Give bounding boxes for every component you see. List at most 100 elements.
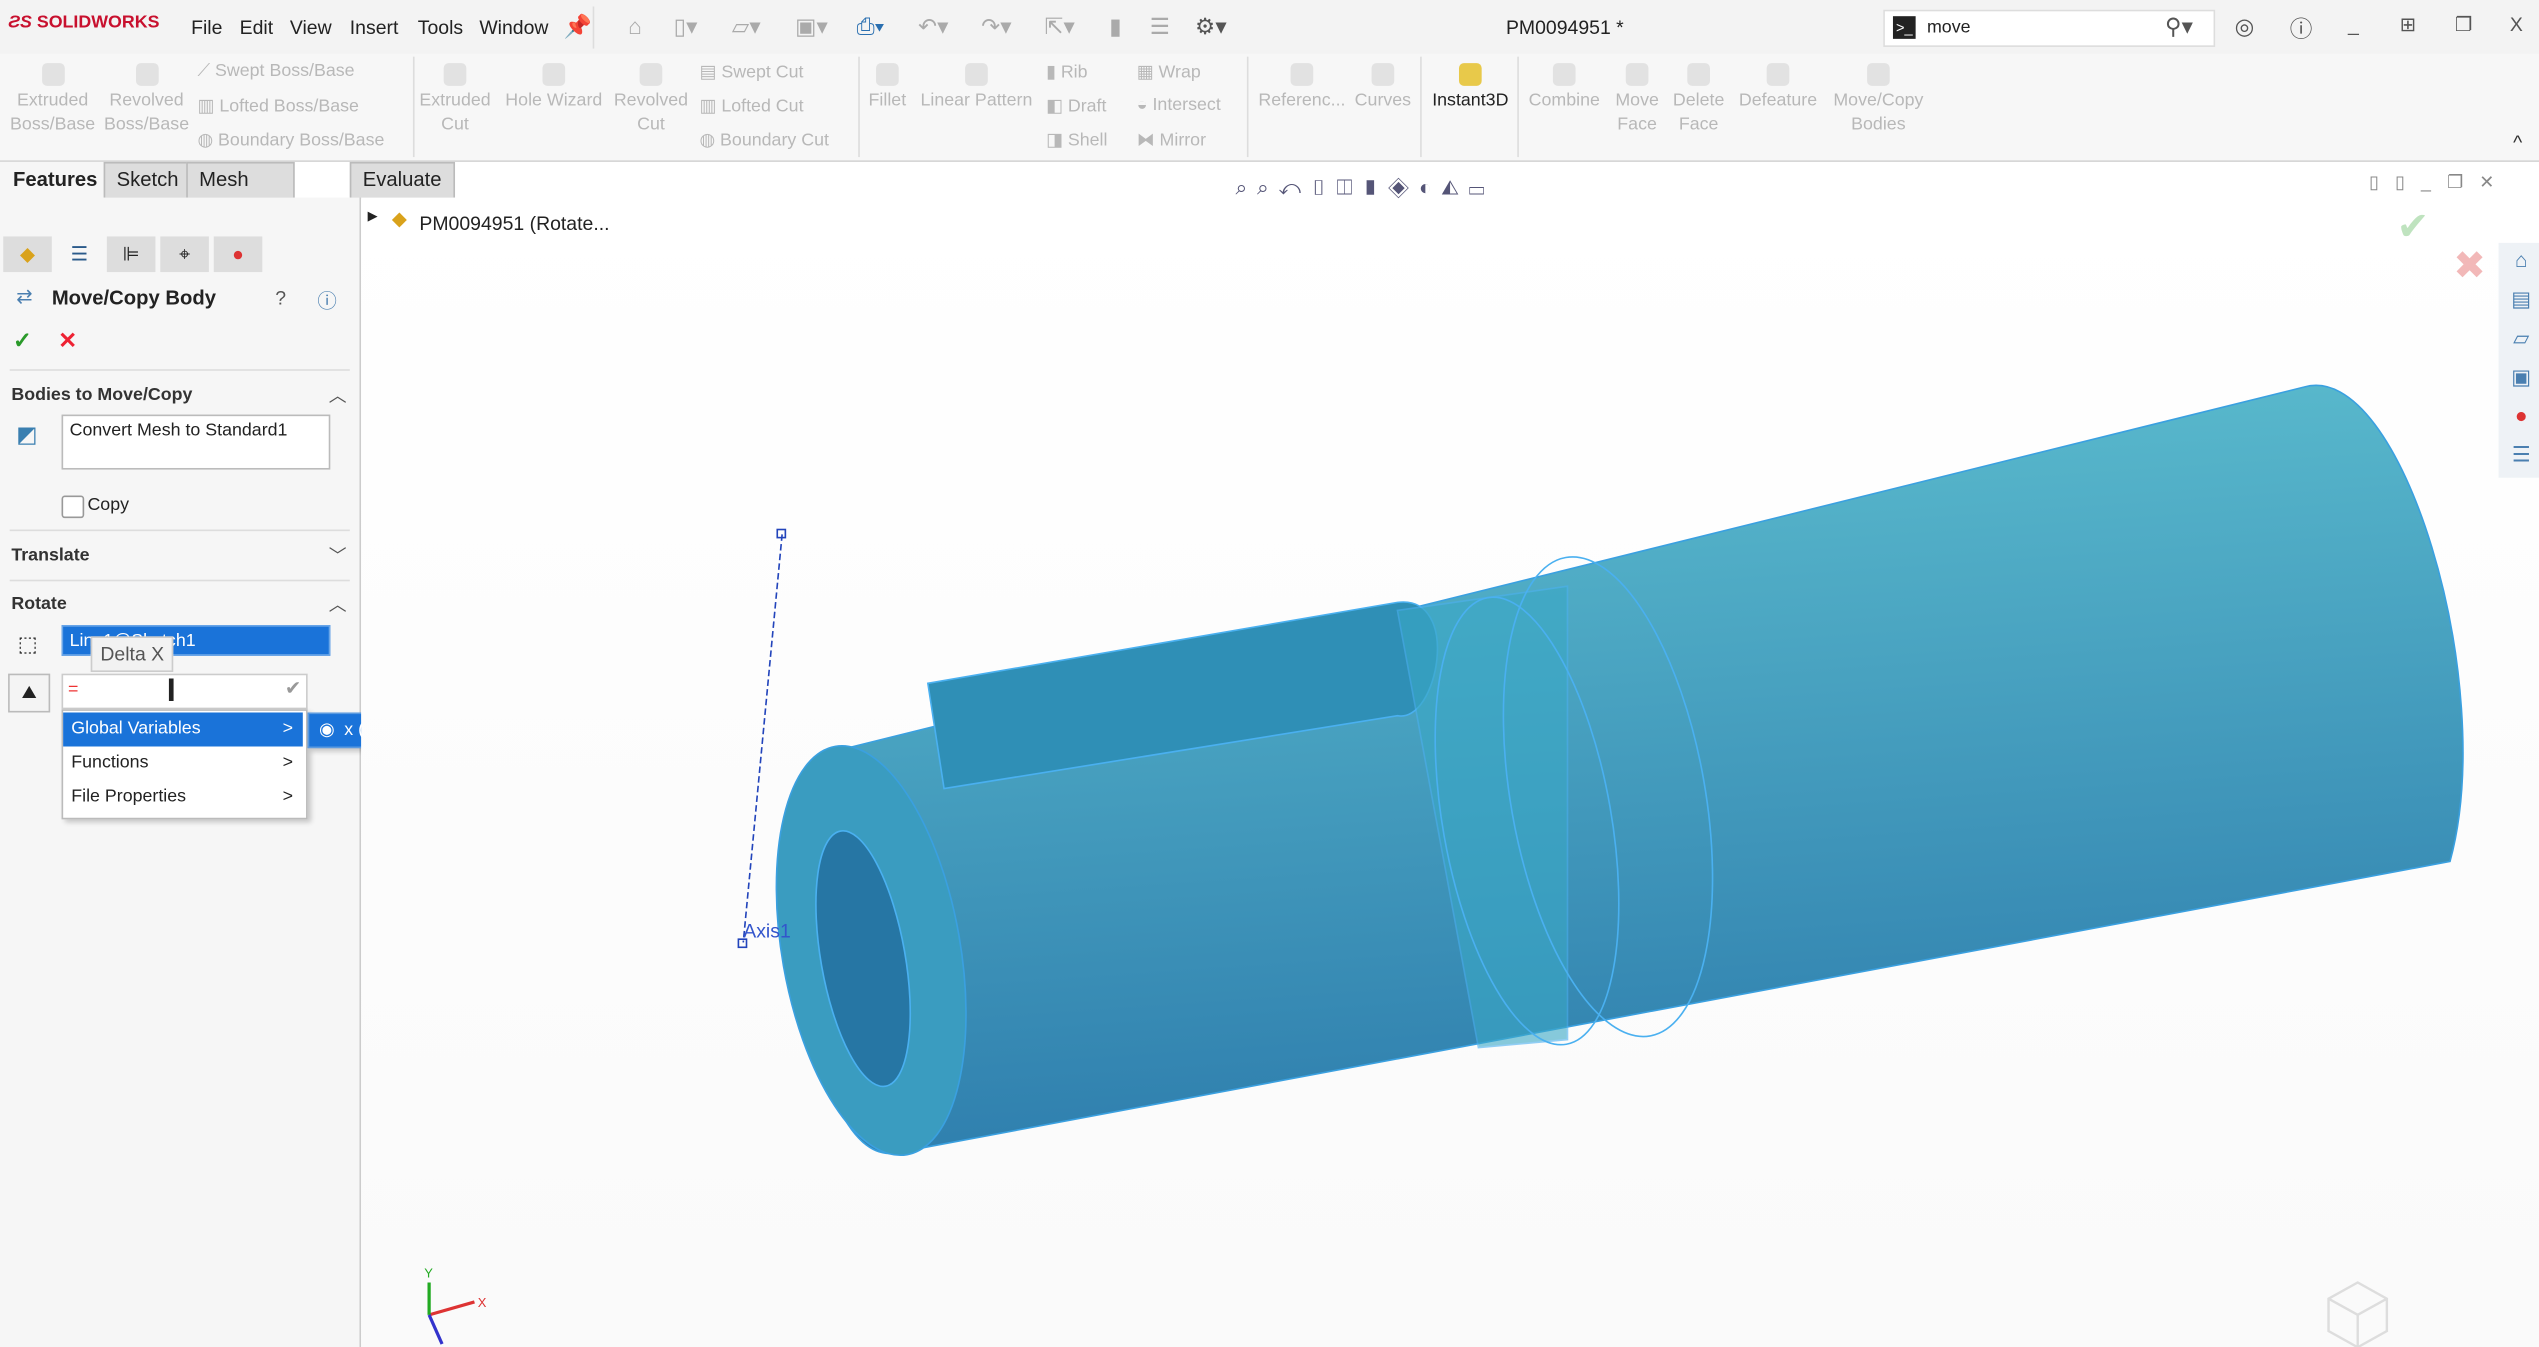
tab-features[interactable]: Features	[0, 161, 111, 200]
lofted-boss-button[interactable]: ▥ Lofted Boss/Base	[198, 96, 359, 116]
graphics-area[interactable]: ▶ ◆ PM0094951 (Rotate... ⌕⌕↶▯◫▮◈◐◭▭ ▯▯_❐…	[361, 173, 2539, 1347]
select-icon[interactable]: ⇱▾	[1044, 13, 1074, 41]
save-icon[interactable]: ▣▾	[795, 13, 828, 41]
wrap-button[interactable]: ▦ Wrap	[1137, 62, 1201, 82]
instant3d-button[interactable]: Instant3D	[1425, 63, 1516, 113]
undo-icon[interactable]: ↶▾	[918, 13, 948, 41]
zoom-to-fit-icon[interactable]: ⌕	[1236, 175, 1258, 199]
tooltip: Delta X	[90, 636, 174, 673]
combine-button[interactable]: Combine	[1522, 63, 1606, 113]
swept-boss-button[interactable]: ⟋ Swept Boss/Base	[198, 62, 355, 83]
zoom-area-icon[interactable]: ⌕	[1257, 175, 1279, 199]
display-style-icon[interactable]: ▮	[1362, 175, 1388, 199]
whats-wrong-icon[interactable]: ?	[275, 287, 286, 310]
hole-wizard-button[interactable]: Hole Wizard	[499, 63, 609, 113]
lofted-cut-button[interactable]: ▥ Lofted Cut	[700, 96, 804, 116]
boundary-boss-button[interactable]: ◍ Boundary Boss/Base	[198, 130, 385, 150]
delete-face-button[interactable]: Delete Face	[1669, 63, 1727, 137]
home-icon[interactable]: ⌂	[628, 13, 642, 39]
account-icon[interactable]: ◎	[2235, 13, 2255, 41]
bodies-selection-box[interactable]: Convert Mesh to Standard1	[61, 414, 331, 470]
revolved-cut-button[interactable]: Revolved Cut	[612, 63, 690, 137]
command-search-input[interactable]: >_ move ⚲▾	[1883, 9, 2216, 47]
tab-evaluate[interactable]: Evaluate	[349, 161, 455, 200]
view-cube-icon[interactable]	[2327, 1281, 2389, 1347]
shaft-model[interactable]	[747, 384, 2464, 1170]
minimize-button[interactable]: _	[2348, 13, 2359, 36]
draft-button[interactable]: ◧ Draft	[1046, 96, 1106, 116]
menu-view[interactable]: View	[290, 16, 332, 39]
angle-equation-input[interactable]: = ✔	[61, 673, 308, 710]
print-icon[interactable]: ⎙▾	[857, 13, 885, 41]
feature-manager-tab-icon[interactable]: ◆	[3, 236, 52, 273]
collapse-chevron-icon[interactable]: ︿	[329, 591, 347, 617]
swept-cut-button[interactable]: ▤ Swept Cut	[700, 62, 804, 82]
solidworks-logo[interactable]: ƧS SOLIDWORKS	[8, 13, 159, 32]
menu-item-file-properties[interactable]: File Properties >	[63, 781, 303, 815]
open-icon[interactable]: ▱▾	[732, 13, 761, 41]
ok-button[interactable]: ✓	[13, 327, 32, 355]
manager-tabs: ◆ ☰ ⊫ ⌖ ●	[0, 236, 267, 275]
help-icon[interactable]: ⓘ	[2290, 13, 2313, 45]
new-icon[interactable]: ▯▾	[674, 13, 698, 41]
defeature-button[interactable]: Defeature	[1733, 63, 1824, 113]
rib-button[interactable]: ▮ Rib	[1046, 62, 1087, 82]
menu-edit[interactable]: Edit	[240, 16, 273, 39]
appearance-icon[interactable]: ◐	[1419, 175, 1441, 199]
property-manager-tab-icon[interactable]: ☰	[55, 236, 104, 273]
rotate-section-header[interactable]: Rotate	[11, 594, 66, 613]
revolved-boss-button[interactable]: Revolved Boss/Base	[102, 63, 191, 137]
viewport-window-controls[interactable]: ▯▯_❐✕	[2369, 172, 2510, 192]
shell-button[interactable]: ◨ Shell	[1046, 130, 1107, 150]
linear-pattern-icon	[965, 63, 988, 86]
tab-mesh-modeling[interactable]: Mesh Modeling	[186, 161, 295, 225]
copy-checkbox[interactable]	[61, 495, 85, 519]
move-copy-bodies-button[interactable]: Move/Copy Bodies	[1827, 63, 1931, 137]
menu-tools[interactable]: Tools	[418, 16, 463, 39]
restore-button[interactable]: ❐	[2455, 13, 2472, 36]
menu-file[interactable]: File	[191, 16, 222, 39]
extruded-boss-button[interactable]: Extruded Boss/Base	[8, 63, 97, 137]
angle-icon[interactable]: ⛰	[8, 673, 51, 713]
linear-pattern-button[interactable]: Linear Pattern	[917, 63, 1037, 113]
fillet-button[interactable]: Fillet	[863, 63, 912, 113]
display-manager-tab-icon[interactable]: ●	[213, 236, 263, 273]
divider	[9, 579, 350, 582]
scene-icon[interactable]: ◭	[1441, 175, 1468, 199]
translate-section-header[interactable]: Translate	[11, 546, 89, 565]
file-properties-icon[interactable]: ☰	[1150, 13, 1170, 41]
extruded-cut-button[interactable]: Extruded Cut	[416, 63, 494, 137]
help-icon[interactable]: ⓘ	[317, 287, 336, 315]
previous-view-icon[interactable]: ↶	[1279, 175, 1311, 199]
move-face-button[interactable]: Move Face	[1608, 63, 1666, 137]
mirror-button[interactable]: ⧓ Mirror	[1137, 130, 1206, 150]
cancel-button[interactable]: ✕	[58, 327, 77, 355]
collapse-ribbon-icon[interactable]: ^	[2513, 131, 2522, 154]
menu-insert[interactable]: Insert	[350, 16, 399, 39]
intersect-button[interactable]: ◒ Intersect	[1137, 96, 1221, 115]
collapse-chevron-icon[interactable]: ︿	[329, 382, 347, 408]
reference-geometry-button[interactable]: Referenc...	[1255, 63, 1349, 113]
menu-item-functions[interactable]: Functions >	[63, 746, 303, 780]
close-button[interactable]: X	[2510, 13, 2523, 36]
bodies-section-header[interactable]: Bodies to Move/Copy	[11, 385, 192, 404]
tile-button[interactable]: ⊞	[2400, 13, 2416, 36]
rebuild-icon[interactable]: ▮	[1109, 13, 1121, 41]
section-view-icon[interactable]: ▯	[1311, 175, 1337, 199]
curves-button[interactable]: Curves	[1350, 63, 1415, 113]
search-icon[interactable]: ⚲▾	[2165, 13, 2193, 41]
tab-sketch[interactable]: Sketch	[103, 161, 192, 200]
menu-item-global-variables[interactable]: Global Variables >	[63, 712, 303, 747]
options-gear-icon[interactable]: ⚙▾	[1195, 13, 1227, 41]
dimxpert-tab-icon[interactable]: ⌖	[160, 236, 209, 273]
hide-show-icon[interactable]: ◈	[1388, 175, 1419, 199]
redo-icon[interactable]: ↷▾	[981, 13, 1011, 41]
boundary-cut-button[interactable]: ◍ Boundary Cut	[700, 130, 829, 150]
view-settings-icon[interactable]: ▭	[1469, 175, 1495, 199]
configuration-manager-tab-icon[interactable]: ⊫	[106, 236, 156, 273]
menu-window[interactable]: Window	[479, 16, 548, 39]
pin-icon[interactable]: 📌	[564, 13, 592, 41]
expand-chevron-icon[interactable]: ﹀	[329, 542, 347, 568]
view-orientation-icon[interactable]: ◫	[1337, 175, 1363, 199]
accept-checkmark-icon[interactable]: ✔	[285, 677, 301, 700]
